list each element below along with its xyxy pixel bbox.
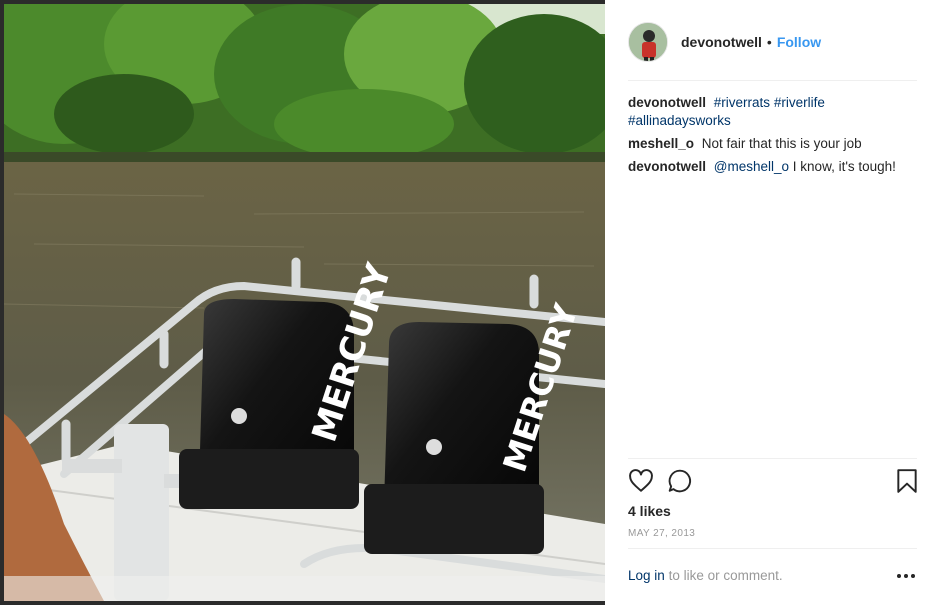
footer-divider (628, 548, 917, 549)
comment-bubble-icon[interactable] (667, 468, 695, 496)
login-suffix: to like or comment. (668, 568, 783, 583)
comment-item: meshell_o Not fair that this is your job (628, 135, 920, 153)
post-photo[interactable]: MERCURY MERCURY (4, 4, 605, 601)
caption-username[interactable]: devonotwell (628, 95, 706, 110)
likes-count[interactable]: 4 likes (628, 503, 671, 519)
bookmark-icon[interactable] (895, 468, 923, 496)
comment-item: devonotwell @meshell_o I know, it's toug… (628, 158, 920, 176)
login-prompt: Log in to like or comment. (628, 568, 917, 588)
comment-text: I know, it's tough! (792, 159, 896, 174)
post-header: devonotwell • Follow (628, 20, 917, 64)
comment-username[interactable]: devonotwell (628, 159, 706, 174)
login-link[interactable]: Log in (628, 568, 665, 583)
mention-link[interactable]: @meshell_o (714, 159, 789, 174)
actions-divider (628, 458, 917, 459)
author-avatar[interactable] (628, 22, 668, 62)
more-dots-icon[interactable] (895, 566, 917, 586)
comments-list: devonotwell #riverrats #riverlife #allin… (628, 94, 920, 181)
action-bar (628, 468, 920, 496)
author-username[interactable]: devonotwell (681, 34, 762, 50)
caption: devonotwell #riverrats #riverlife #allin… (628, 94, 920, 130)
post-side-panel: devonotwell • Follow devonotwell #riverr… (605, 0, 940, 605)
avatar-image (629, 23, 667, 61)
hashtag-link[interactable]: #allinadaysworks (628, 113, 731, 128)
boat-river-photo: MERCURY MERCURY (4, 4, 605, 601)
comment-text: Not fair that this is your job (701, 136, 862, 151)
comment-username[interactable]: meshell_o (628, 136, 694, 151)
hashtag-link[interactable]: #riverrats (714, 95, 770, 110)
follow-button[interactable]: Follow (777, 34, 821, 50)
post-date[interactable]: MAY 27, 2013 (628, 528, 695, 539)
header-separator: • (766, 34, 772, 50)
hashtag-link[interactable]: #riverlife (774, 95, 825, 110)
header-divider (628, 80, 917, 81)
heart-icon[interactable] (628, 468, 656, 496)
